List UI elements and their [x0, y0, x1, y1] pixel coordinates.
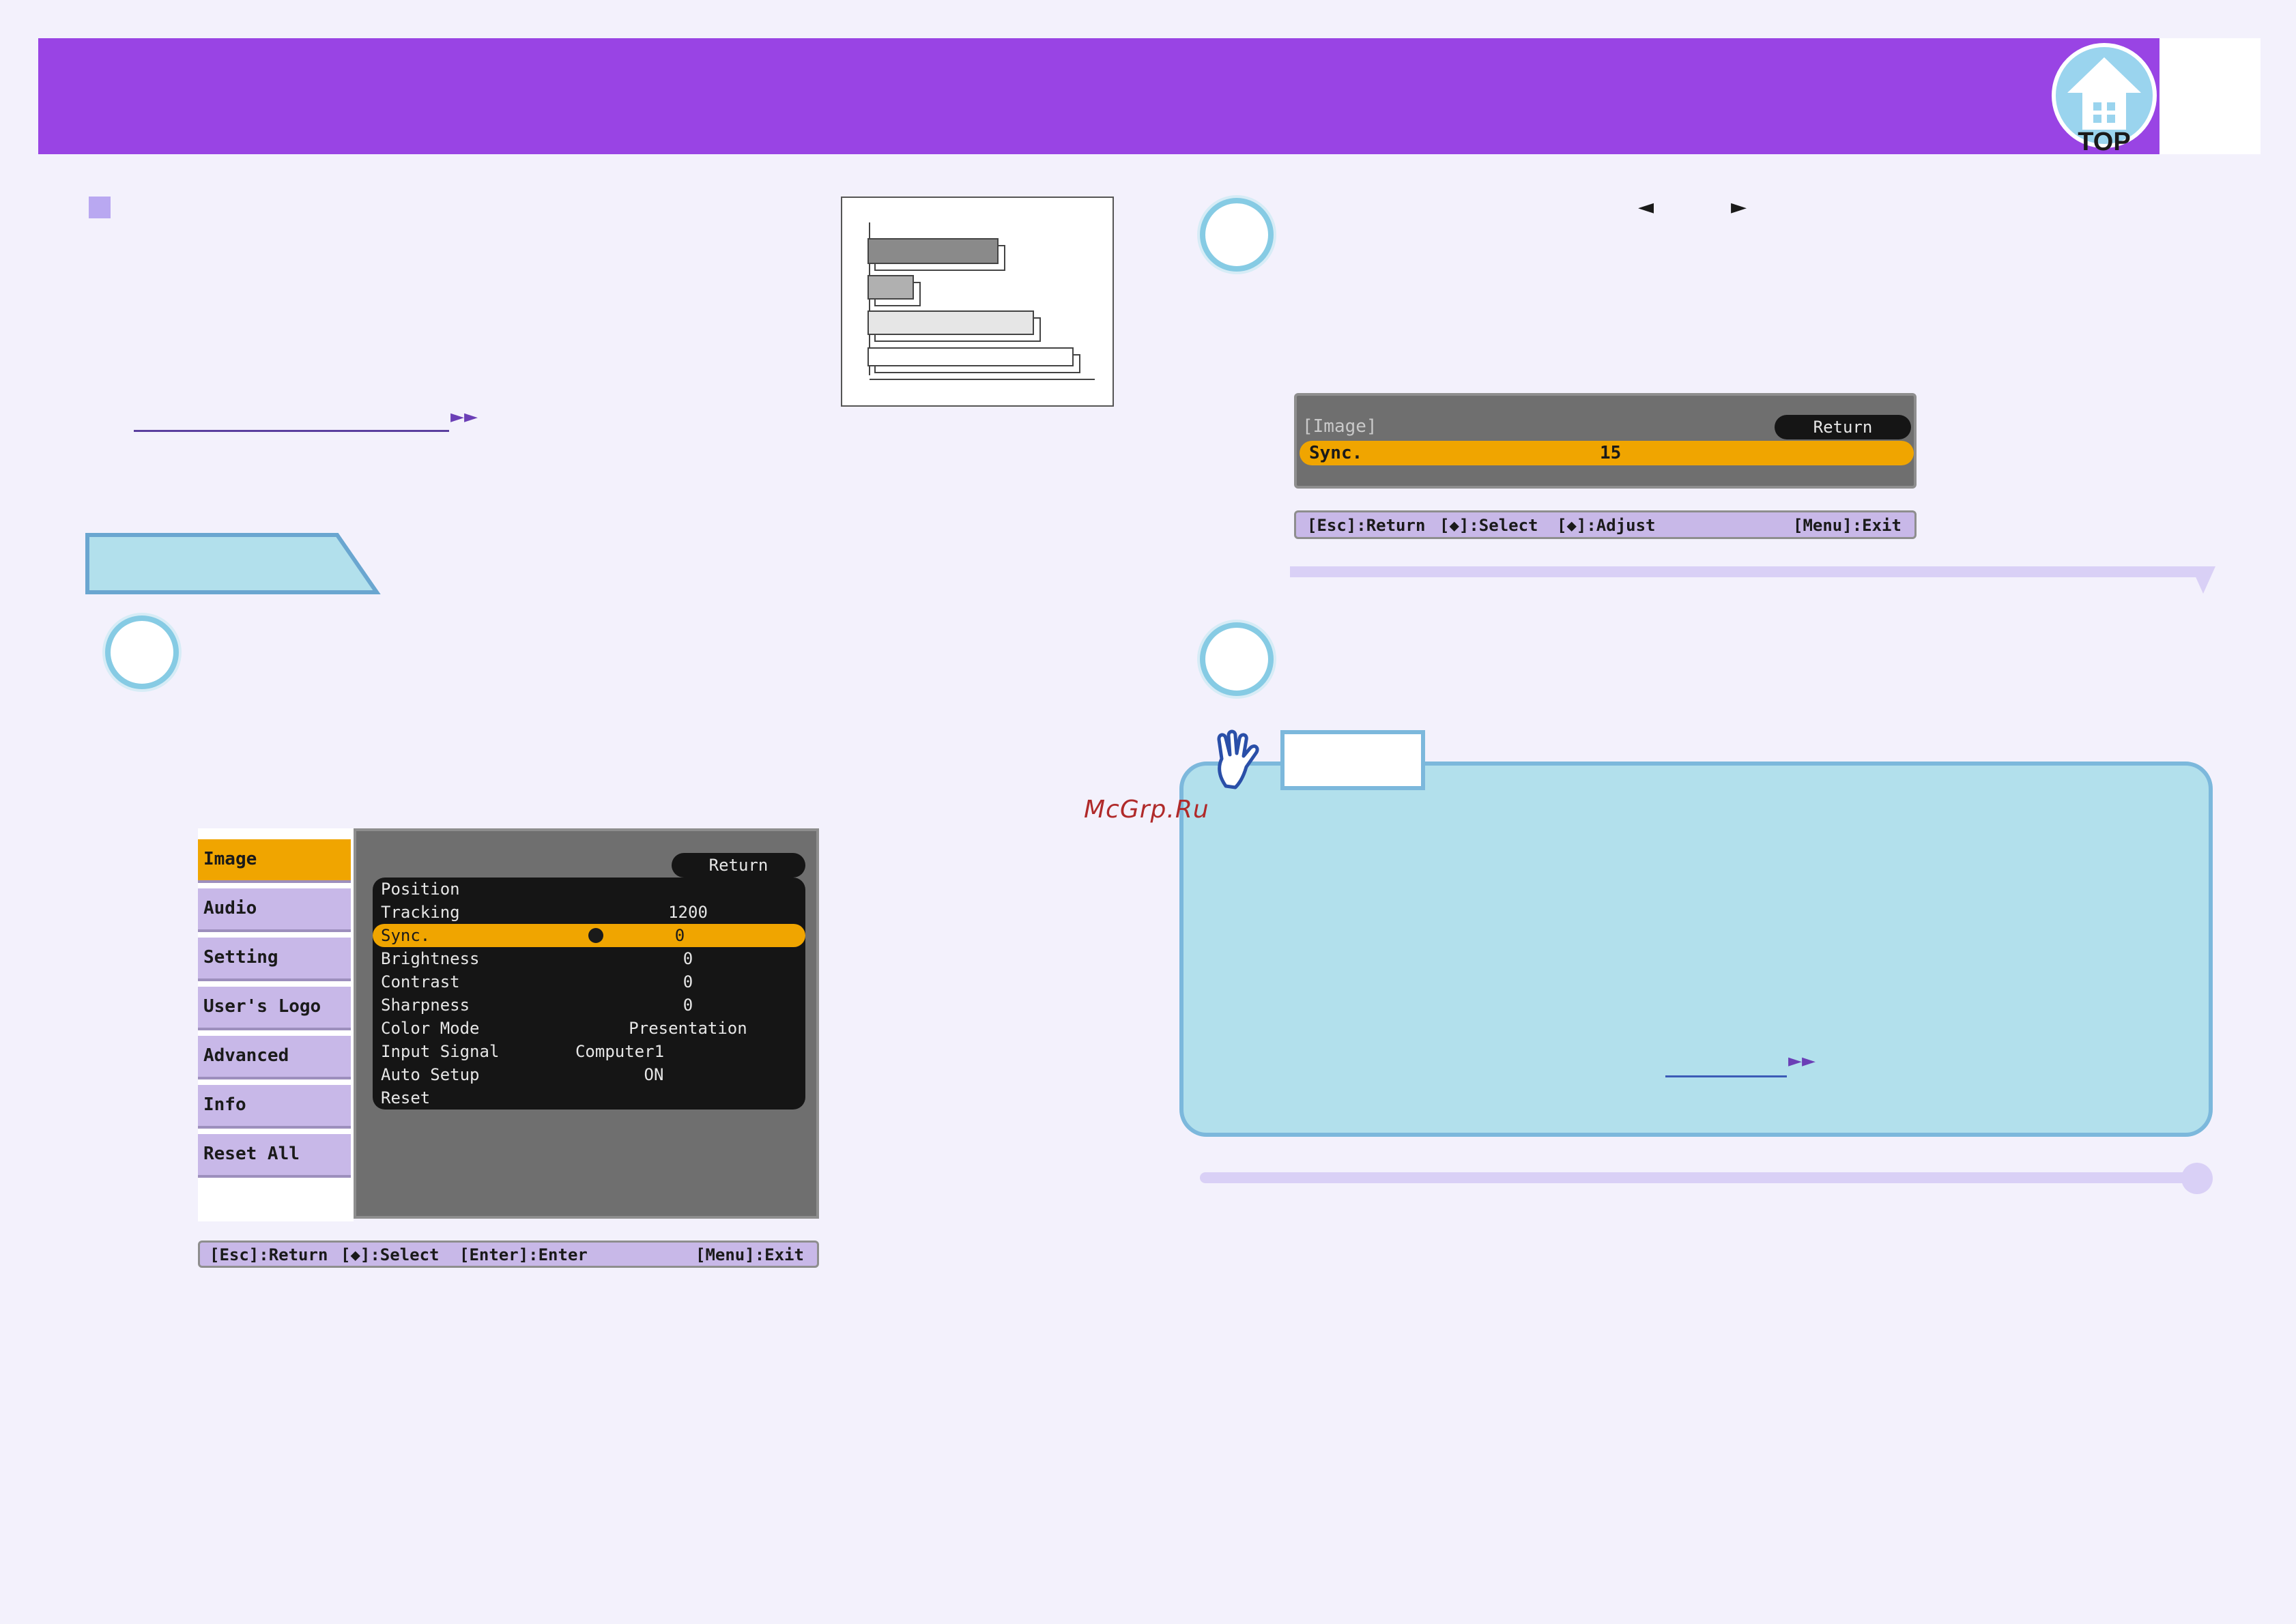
osd-sync-footer: [Esc]:Return [◆]:Select [◆]:Adjust [Menu…	[1294, 510, 1917, 539]
footer-menu-hint: [Menu]:Exit	[695, 1245, 804, 1264]
sync-footer-esc-hint: [Esc]:Return	[1307, 516, 1426, 535]
tip-box	[1179, 762, 2213, 1137]
procedure-tab	[85, 532, 381, 595]
osd-row-color-mode: Color Mode Presentation	[381, 1019, 747, 1038]
osd-sync-screenshot: [Image] Return Sync. 15 [Esc]:Return [◆]…	[1294, 393, 1917, 540]
osd-settings-panel: Return Position Tracking 1200 Sync. 0 Brig…	[354, 828, 819, 1219]
signal-illustration	[841, 197, 1114, 407]
sync-footer-select-hint: [◆]:Select	[1439, 516, 1538, 535]
osd-row-position: Position	[381, 880, 460, 899]
osd-menu-item-setting: Setting	[198, 938, 351, 981]
sync-footer-menu-hint: [Menu]:Exit	[1793, 516, 1902, 535]
osd-row-input-signal: Input Signal Computer1	[381, 1042, 665, 1061]
enter-icon	[588, 928, 603, 943]
osd-menu-item-advanced: Advanced	[198, 1036, 351, 1079]
osd-sync-title: [Image]	[1302, 416, 1377, 437]
osd-menu-item-users-logo: User's Logo	[198, 987, 351, 1030]
section-end-dot	[2181, 1163, 2213, 1194]
pointing-hand-icon	[1212, 729, 1267, 790]
osd-row-contrast: Contrast 0	[381, 972, 693, 991]
tip-link-arrow-icon: ►►	[1788, 1051, 1816, 1071]
section-bullet	[89, 197, 111, 218]
section-divider	[1290, 566, 2210, 577]
step-1-marker	[105, 615, 179, 689]
footer-enter-hint: [Enter]:Enter	[459, 1245, 588, 1264]
osd-return-pill: Return	[672, 853, 805, 878]
osd-sync-panel: [Image] Return Sync. 15	[1294, 393, 1917, 489]
tip-label-box	[1280, 730, 1425, 790]
section-end-bar	[1200, 1172, 2199, 1183]
osd-row-auto-setup: Auto Setup ON	[381, 1065, 664, 1084]
osd-settings-list: Position Tracking 1200 Sync. 0 Brightness 0…	[373, 878, 805, 1110]
top-label: TOP	[2078, 128, 2130, 156]
divider-arrow-icon	[2191, 566, 2215, 594]
osd-sync-row: Sync. 15	[1300, 441, 1914, 465]
osd-menu-item-reset-all: Reset All	[198, 1134, 351, 1178]
footer-select-hint: [◆]:Select	[341, 1245, 440, 1264]
right-arrow-icon: ►	[1731, 195, 1747, 219]
footer-esc-hint: [Esc]:Return	[210, 1245, 328, 1264]
osd-menu-item-info: Info	[198, 1085, 351, 1129]
left-arrow-icon: ◄	[1638, 195, 1654, 219]
osd-row-tracking: Tracking 1200	[381, 903, 708, 922]
link-arrow-icon: ►►	[450, 407, 478, 427]
osd-row-reset: Reset	[381, 1088, 431, 1107]
osd-menu-sidebar: Image Audio Setting User's Logo Advanced…	[198, 828, 354, 1221]
cross-reference-link[interactable]	[134, 430, 449, 432]
osd-menu-item-image: Image	[198, 839, 351, 883]
watermark: McGrp.Ru	[1084, 796, 1209, 824]
osd-row-sync-selected: Sync. 0	[373, 924, 805, 947]
osd-row-brightness: Brightness 0	[381, 949, 693, 968]
osd-sync-return-pill: Return	[1775, 415, 1911, 439]
home-icon: TOP	[2052, 43, 2157, 156]
osd-menu-footer: [Esc]:Return [◆]:Select [Enter]:Enter [M…	[198, 1241, 819, 1268]
header-band	[38, 38, 2159, 154]
header-corner	[2159, 38, 2261, 154]
tip-cross-reference-link[interactable]	[1665, 1075, 1787, 1077]
step-2-marker	[1200, 198, 1274, 272]
sync-footer-adjust-hint: [◆]:Adjust	[1557, 516, 1656, 535]
osd-row-sharpness: Sharpness 0	[381, 996, 693, 1015]
osd-menu-screenshot: Image Audio Setting User's Logo Advanced…	[198, 828, 820, 1271]
step-3-marker	[1200, 622, 1274, 696]
top-home-button[interactable]: TOP	[2051, 41, 2157, 157]
osd-menu-item-audio: Audio	[198, 888, 351, 932]
